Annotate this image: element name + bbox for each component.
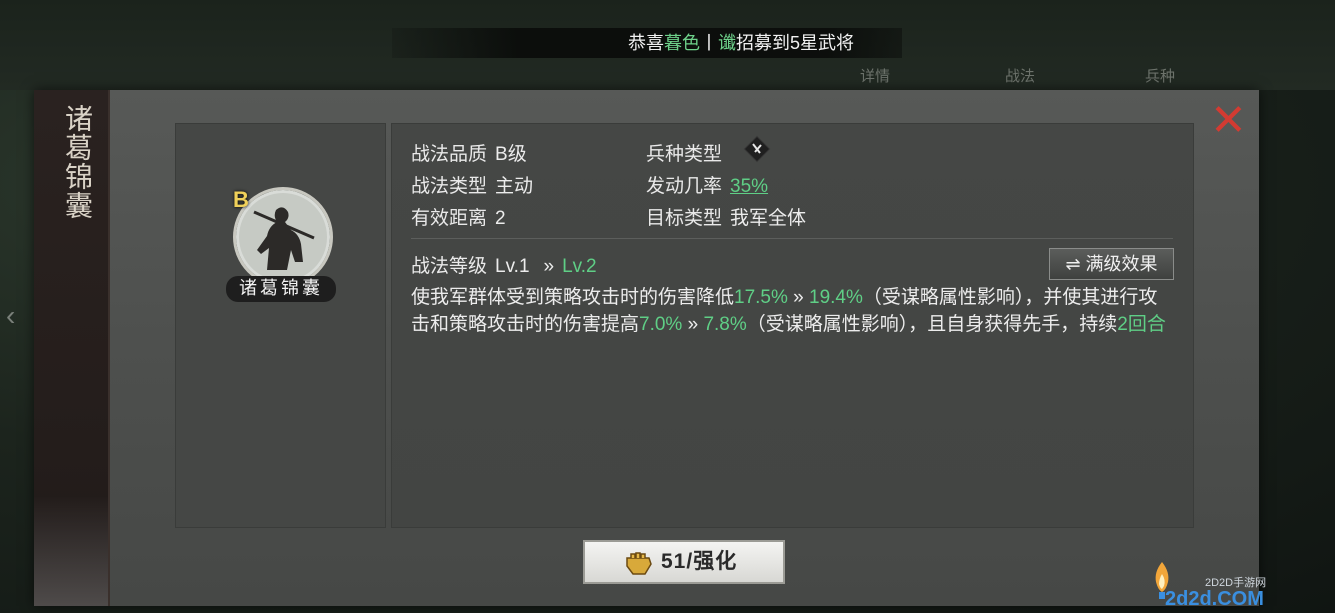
target-label: 目标类型 [646, 208, 723, 229]
quality-row: 战法品质 B级 [411, 139, 527, 166]
desc-value-2b: 7.8% [703, 313, 747, 335]
bg-tab-troops: 兵种 [1144, 68, 1175, 85]
skill-name-plate: 诸葛锦囊 [226, 276, 336, 302]
level-arrow: » [543, 256, 555, 277]
enhance-button[interactable]: 51/强化 [583, 540, 785, 584]
enhance-label: 51/强化 [661, 550, 738, 573]
desc-value-2a: 7.0% [639, 313, 683, 335]
swap-arrows-icon: ⇌ [1065, 254, 1081, 274]
desc-part-1: 使我军群体受到策略攻击时的伤害降低 [411, 287, 735, 308]
rate-row: 发动几率 35% [646, 171, 768, 198]
type-value: 主动 [495, 176, 534, 197]
skill-info-panel: 战法品质 B级 战法类型 主动 有效距离 2 兵种类型 发动几率 35% 目标类型 我军全… [391, 123, 1194, 528]
troop-row: 兵种类型 [646, 139, 722, 166]
max-level-effect-button[interactable]: ⇌ 满级效果 [1049, 248, 1174, 280]
troop-type-icon [743, 135, 771, 163]
desc-value-1a: 17.5% [734, 287, 788, 308]
desc-value-3: 2回合 [1117, 313, 1166, 335]
warrior-silhouette-icon [236, 190, 330, 284]
quality-value: B级 [495, 144, 527, 165]
broadcast-prefix: 恭喜 [628, 33, 664, 53]
broadcast-tag: 谶 [718, 33, 736, 53]
skill-portrait-panel: B 诸葛锦囊 [175, 123, 386, 528]
broadcast-sep: 丨 [700, 33, 718, 53]
max-level-label: 满级效果 [1085, 254, 1158, 274]
range-row: 有效距离 2 [411, 203, 506, 230]
rate-value[interactable]: 35% [730, 176, 768, 197]
skill-description: 使我军群体受到策略攻击时的伤害降低17.5% » 19.4% （受谋略属性影响），… [411, 285, 1171, 338]
desc-part-3: （受谋略属性影响），且自身获得先手，持续 [746, 313, 1118, 335]
fist-icon [626, 552, 652, 575]
desc-arrow-1: » [787, 287, 810, 308]
level-label: 战法等级 [411, 256, 488, 277]
watermark-big: 2d2d.COM [1165, 588, 1264, 610]
divider [411, 238, 1173, 239]
title-banner: 诸葛锦囊 [34, 90, 110, 606]
range-value: 2 [495, 208, 506, 229]
left-arrow-icon: ‹ [6, 300, 16, 331]
quality-label: 战法品质 [411, 144, 488, 165]
level-next: Lv.2 [562, 256, 597, 277]
site-watermark: 2D2D手游网 2d2d.COM [1150, 560, 1330, 610]
grade-badge: B [233, 187, 249, 212]
type-label: 战法类型 [411, 176, 488, 197]
rate-label: 发动几率 [646, 176, 723, 197]
level-current: Lv.1 [495, 256, 530, 277]
broadcast-banner: 恭喜暮色丨谶招募到5星武将 [392, 28, 902, 58]
target-row: 目标类型 我军全体 [646, 203, 806, 230]
broadcast-player: 暮色 [664, 33, 700, 53]
banner-title: 诸葛锦囊 [61, 104, 94, 220]
type-row: 战法类型 主动 [411, 171, 533, 198]
level-row: 战法等级 Lv.1 » Lv.2 [411, 251, 597, 278]
target-value: 我军全体 [730, 208, 807, 229]
desc-value-1b: 19.4% [809, 287, 863, 308]
desc-arrow-2: » [682, 313, 704, 335]
troop-label: 兵种类型 [646, 144, 723, 165]
broadcast-text: 招募到5星武将 [736, 33, 855, 53]
skill-dialog: 诸葛锦囊 ✕ B 诸葛锦囊 战法品质 B级 战法类型 主动 有效距离 2 兵种类型 [34, 90, 1259, 606]
bg-tab-details: 详情 [859, 68, 890, 85]
close-button[interactable]: ✕ [1210, 99, 1247, 143]
range-label: 有效距离 [411, 208, 488, 229]
banner-mist [34, 496, 108, 606]
bg-tab-skills: 战法 [1004, 68, 1035, 85]
